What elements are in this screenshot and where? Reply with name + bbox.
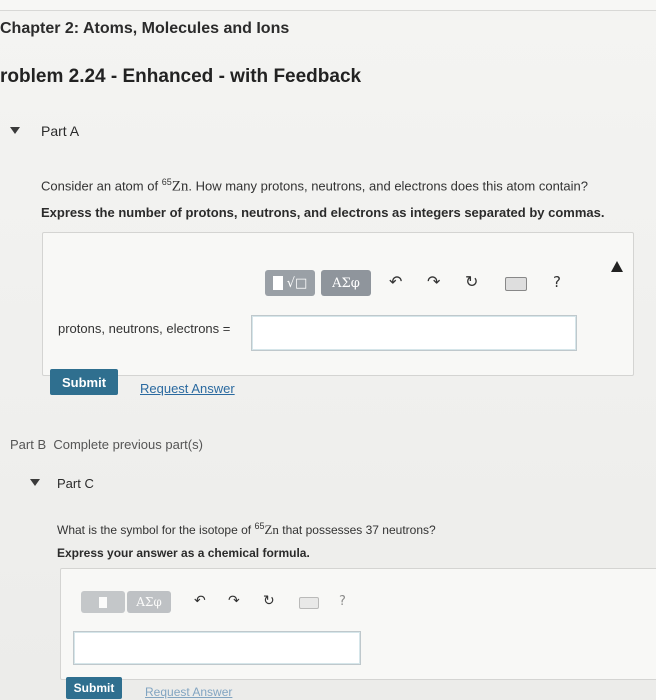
part-c-answer-box: ΑΣφ ↶ ↷ ↻ ? (60, 568, 656, 680)
help-icon[interactable]: ? (553, 273, 561, 291)
part-a-title[interactable]: Part A (41, 123, 79, 139)
part-a-submit-button[interactable]: Submit (50, 369, 118, 395)
undo-icon[interactable]: ↶ (389, 272, 402, 291)
greek-symbols-button[interactable]: ΑΣφ (321, 270, 371, 296)
mass-number: 65 (161, 177, 172, 187)
question-text-post: . How many protons, neutrons, and electr… (188, 178, 588, 194)
part-c-title[interactable]: Part C (57, 476, 94, 491)
undo-icon[interactable]: ↶ (194, 593, 206, 609)
part-c-instruction: Express your answer as a chemical formul… (57, 546, 310, 560)
part-a-question: Consider an atom of 65Zn. How many proto… (41, 177, 588, 195)
part-a-request-answer-link[interactable]: Request Answer (140, 381, 235, 396)
element-symbol: Zn (171, 178, 189, 195)
templates-icon (272, 276, 283, 290)
part-c-submit-button[interactable]: Submit (66, 677, 122, 699)
top-divider (0, 0, 656, 11)
collapse-caret-icon[interactable] (30, 479, 40, 486)
part-b-status: Complete previous part(s) (53, 437, 203, 452)
collapse-caret-icon[interactable] (10, 127, 20, 134)
mouse-cursor-icon (611, 261, 623, 272)
keyboard-icon[interactable] (299, 597, 319, 609)
part-c-question: What is the symbol for the isotope of 65… (57, 521, 436, 538)
question-text-post: that possesses 37 neutrons? (278, 523, 436, 537)
part-a-answer-box: √□ ΑΣφ ↶ ↷ ↻ ? protons, neutrons, electr… (42, 232, 634, 376)
answer-input[interactable] (73, 631, 361, 665)
reset-icon[interactable]: ↻ (263, 593, 275, 609)
keyboard-icon[interactable] (505, 277, 527, 291)
element-symbol: Zn (264, 522, 279, 537)
part-b-row: Part B Complete previous part(s) (10, 437, 203, 452)
templates-icon (99, 596, 107, 608)
part-b-title: Part B (10, 437, 47, 452)
greek-symbols-button[interactable]: ΑΣφ (127, 591, 171, 613)
help-icon[interactable]: ? (339, 594, 346, 609)
templates-button[interactable] (81, 591, 125, 613)
templates-button[interactable]: √□ (265, 270, 315, 296)
root-icon: √□ (286, 275, 308, 291)
part-a-instruction: Express the number of protons, neutrons,… (41, 205, 605, 220)
redo-icon[interactable]: ↷ (228, 593, 240, 609)
question-text-pre: Consider an atom of (41, 178, 162, 194)
question-text-pre: What is the symbol for the isotope of (57, 523, 255, 537)
redo-icon[interactable]: ↷ (427, 272, 440, 291)
answer-input[interactable] (251, 315, 577, 351)
chapter-title: Chapter 2: Atoms, Molecules and Ions (0, 20, 290, 37)
page: Chapter 2: Atoms, Molecules and Ions rob… (0, 0, 656, 700)
reset-icon[interactable]: ↻ (465, 272, 478, 291)
problem-title: roblem 2.24 - Enhanced - with Feedback (0, 66, 362, 87)
part-c-request-answer-link[interactable]: Request Answer (145, 685, 232, 699)
input-label: protons, neutrons, electrons = (58, 321, 231, 336)
mass-number: 65 (254, 521, 265, 531)
